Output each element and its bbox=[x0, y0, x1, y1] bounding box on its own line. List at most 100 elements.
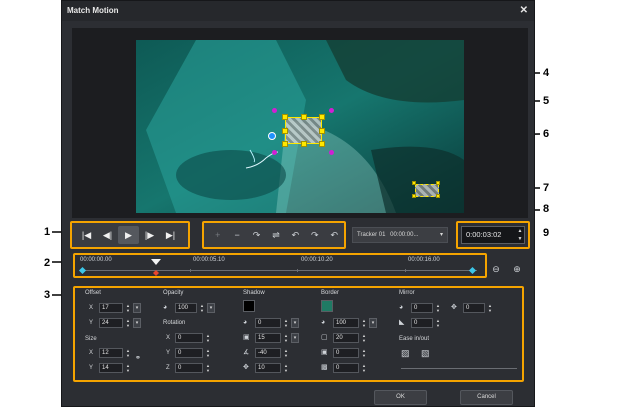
ease-slider[interactable] bbox=[401, 368, 517, 369]
size-x-stepper[interactable]: ▲ ▼ bbox=[125, 348, 131, 358]
link-icon[interactable]: ⚭ bbox=[135, 354, 141, 364]
opacity-menu[interactable]: ▾ bbox=[207, 303, 215, 313]
timecode-stepper[interactable]: ▲ ▼ bbox=[516, 227, 524, 243]
mirror-distance-stepper[interactable]: ▲ ▼ bbox=[487, 303, 493, 313]
path-point[interactable] bbox=[272, 150, 277, 155]
rotation-y-input[interactable]: 0 bbox=[175, 348, 203, 358]
zoom-out-icon[interactable]: ⊖ bbox=[490, 263, 502, 275]
next-frame-button[interactable]: |▶ bbox=[139, 226, 160, 244]
track-forward-button[interactable]: ↷ bbox=[247, 226, 266, 244]
path-point[interactable] bbox=[272, 108, 277, 113]
cancel-button[interactable]: Cancel bbox=[460, 390, 513, 405]
tracker-handle[interactable] bbox=[319, 141, 325, 147]
ease-out-icon[interactable]: ▧ bbox=[421, 348, 430, 358]
border-width-input[interactable]: 20 bbox=[333, 333, 359, 343]
offset-x-stepper[interactable]: ▲ ▼ bbox=[125, 303, 131, 313]
go-to-end-button[interactable]: ▶| bbox=[160, 226, 181, 244]
shadow-color-swatch[interactable] bbox=[243, 300, 255, 312]
border-opacity-stepper[interactable]: ▲ ▼ bbox=[361, 318, 367, 328]
keyframe-marker[interactable] bbox=[78, 266, 87, 275]
tracker-handle[interactable] bbox=[282, 141, 288, 147]
size-y-stepper[interactable]: ▲ ▼ bbox=[125, 363, 131, 373]
offset-y-input[interactable]: 24 bbox=[99, 318, 123, 328]
rotation-z-stepper[interactable]: ▲ ▼ bbox=[205, 363, 211, 373]
ease-title: Ease in/out bbox=[399, 336, 430, 342]
offset-y-menu[interactable]: ▾ bbox=[133, 318, 141, 328]
track-backward-button[interactable]: ↶ bbox=[286, 226, 305, 244]
motion-tracker-box[interactable] bbox=[285, 117, 322, 144]
tracker-select-dropdown[interactable]: Tracker 01 00:00:00... ▾ bbox=[352, 227, 448, 243]
size-x-input[interactable]: 12 bbox=[99, 348, 123, 358]
border-blur-stepper[interactable]: ▲ ▼ bbox=[361, 348, 367, 358]
swap-tracker-button[interactable]: ⇌ bbox=[266, 226, 285, 244]
border-blur-input[interactable]: 0 bbox=[333, 348, 359, 358]
tracker-handle[interactable] bbox=[282, 114, 288, 120]
tracker-handle[interactable] bbox=[412, 194, 416, 198]
tracker-handle[interactable] bbox=[282, 128, 288, 134]
shadow-angle-stepper[interactable]: ▲ ▼ bbox=[283, 348, 289, 358]
tracker-handle[interactable] bbox=[436, 194, 440, 198]
tracker-handle[interactable] bbox=[412, 181, 416, 185]
border-color-swatch[interactable] bbox=[321, 300, 333, 312]
go-to-start-button[interactable]: |◀ bbox=[76, 226, 97, 244]
ok-button[interactable]: OK bbox=[374, 390, 427, 405]
shadow-blur-menu[interactable]: ▾ bbox=[291, 333, 299, 343]
rotation-z-input[interactable]: 0 bbox=[175, 363, 203, 373]
border-width-icon: ▢ bbox=[321, 334, 328, 341]
tracking-point[interactable] bbox=[268, 132, 276, 140]
tracker-handle[interactable] bbox=[301, 141, 307, 147]
close-icon[interactable]: ✕ bbox=[520, 1, 528, 21]
shadow-blur-stepper[interactable]: ▲ ▼ bbox=[283, 333, 289, 343]
offset-y-stepper[interactable]: ▲ ▼ bbox=[125, 318, 131, 328]
tracker-handle[interactable] bbox=[319, 114, 325, 120]
add-tracker-button[interactable]: + bbox=[208, 226, 227, 244]
mirror-fade-stepper[interactable]: ▲ ▼ bbox=[435, 318, 441, 328]
zoom-in-icon[interactable]: ⊕ bbox=[511, 263, 523, 275]
shadow-opacity-stepper[interactable]: ▲ ▼ bbox=[283, 318, 289, 328]
shadow-distance-stepper[interactable]: ▲ ▼ bbox=[283, 363, 289, 373]
shadow-distance-input[interactable]: 10 bbox=[255, 363, 281, 373]
timecode-input[interactable]: 0:00:03:02 ▲ ▼ bbox=[461, 226, 525, 244]
video-preview[interactable] bbox=[136, 40, 464, 213]
track-to-end-button[interactable]: ↷ bbox=[305, 226, 324, 244]
path-point[interactable] bbox=[329, 108, 334, 113]
track-to-start-button[interactable]: ↶ bbox=[325, 226, 344, 244]
timeline-label: 00:00:05.10 bbox=[193, 257, 225, 263]
mirror-opacity-input[interactable]: 0 bbox=[411, 303, 433, 313]
mirror-fade-input[interactable]: 0 bbox=[411, 318, 433, 328]
mirror-opacity-stepper[interactable]: ▲ ▼ bbox=[435, 303, 441, 313]
rotation-x-stepper[interactable]: ▲ ▼ bbox=[205, 333, 211, 343]
callout-8: 8 bbox=[543, 203, 550, 215]
keyframe-marker[interactable] bbox=[468, 266, 477, 275]
path-point[interactable] bbox=[329, 150, 334, 155]
remove-tracker-button[interactable]: − bbox=[227, 226, 246, 244]
shadow-opacity-input[interactable]: 0 bbox=[255, 318, 281, 328]
shadow-blur-input[interactable]: 15 bbox=[255, 333, 281, 343]
offset-x-input[interactable]: 17 bbox=[99, 303, 123, 313]
tracker-handle[interactable] bbox=[301, 114, 307, 120]
border-opacity-menu[interactable]: ▾ bbox=[369, 318, 377, 328]
border-opacity-input[interactable]: 100 bbox=[333, 318, 359, 328]
playhead-icon[interactable] bbox=[151, 259, 161, 277]
previous-frame-button[interactable]: ◀| bbox=[97, 226, 118, 244]
rotation-y-stepper[interactable]: ▲ ▼ bbox=[205, 348, 211, 358]
shadow-opacity-menu[interactable]: ▾ bbox=[291, 318, 299, 328]
size-y-input[interactable]: 14 bbox=[99, 363, 123, 373]
timeline[interactable]: 00:00:00.00 00:00:05.10 00:00:10.20 00:0… bbox=[73, 253, 487, 278]
tracker-handle[interactable] bbox=[436, 181, 440, 185]
play-button[interactable]: ▶ bbox=[118, 226, 139, 244]
tracker-handle[interactable] bbox=[319, 128, 325, 134]
callout-9: 9 bbox=[543, 227, 550, 239]
opacity-stepper[interactable]: ▲ ▼ bbox=[199, 303, 205, 313]
callout-7: 7 bbox=[543, 182, 550, 194]
border-width-stepper[interactable]: ▲ ▼ bbox=[361, 333, 367, 343]
mirror-distance-input[interactable]: 0 bbox=[463, 303, 485, 313]
shadow-angle-input[interactable]: -40 bbox=[255, 348, 281, 358]
ease-in-icon[interactable]: ▨ bbox=[401, 348, 410, 358]
offset-x-menu[interactable]: ▾ bbox=[133, 303, 141, 313]
border-corner-input[interactable]: 0 bbox=[333, 363, 359, 373]
border-corner-stepper[interactable]: ▲ ▼ bbox=[361, 363, 367, 373]
opacity-input[interactable]: 100 bbox=[175, 303, 197, 313]
timecode-value: 0:00:03:02 bbox=[466, 230, 502, 239]
rotation-x-input[interactable]: 0 bbox=[175, 333, 203, 343]
